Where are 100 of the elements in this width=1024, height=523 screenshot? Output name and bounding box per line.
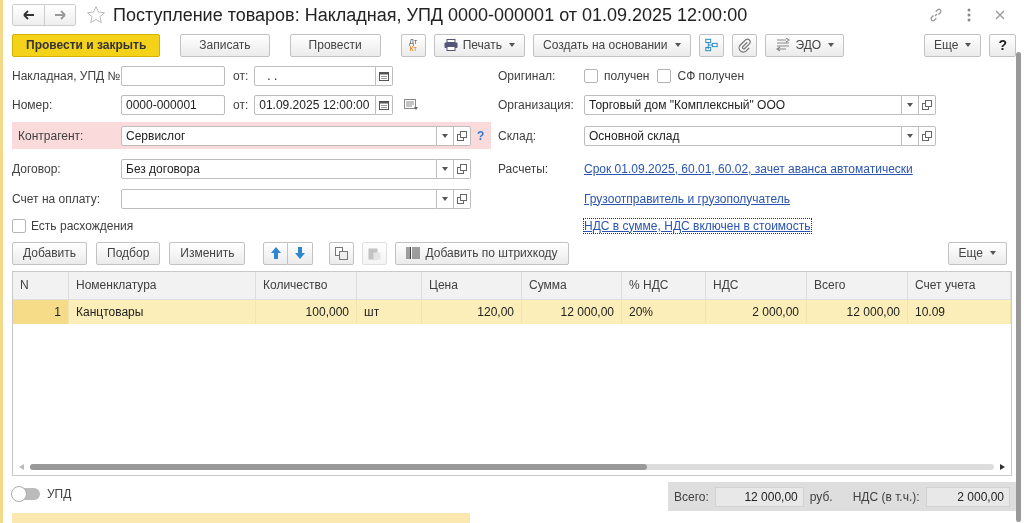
more-icon[interactable] <box>966 7 972 24</box>
dropdown-button[interactable] <box>902 125 919 146</box>
dropdown-button[interactable] <box>437 188 454 209</box>
contract-field[interactable]: Без договора <box>121 158 437 179</box>
toolbar-button[interactable]: Провести <box>289 33 381 57</box>
open-button[interactable] <box>919 125 936 146</box>
table-cell: 12 000,00 <box>807 299 908 324</box>
counterparty-field[interactable]: Сервислог <box>121 125 437 146</box>
organization-field[interactable]: Торговый дом "Комплексный" ООО <box>584 94 902 115</box>
open-button[interactable] <box>454 125 471 146</box>
arrow-up-icon <box>270 247 281 260</box>
open-button[interactable] <box>919 94 936 115</box>
field-label: Счет на оплату: <box>12 191 102 206</box>
checkbox[interactable] <box>584 68 598 83</box>
edo-button[interactable]: ЭДО <box>764 33 845 57</box>
calendar-button[interactable] <box>376 94 394 115</box>
field-label: Контрагент: <box>17 128 85 143</box>
dropdown-button[interactable] <box>437 158 454 179</box>
toolbar-button[interactable]: Записать <box>180 33 270 57</box>
settlements-link[interactable]: Срок 01.09.2025, 60.01, 60.02, зачет аванса автоматически <box>584 161 913 176</box>
field-label: Номер: <box>12 97 54 112</box>
checkbox-label: получен <box>604 68 650 83</box>
calendar-icon <box>379 70 390 81</box>
caret-icon <box>442 166 448 171</box>
column-header[interactable]: Всего <box>807 271 908 299</box>
structure-button[interactable] <box>698 33 724 57</box>
dropdown-button[interactable] <box>902 94 919 115</box>
toggle-switch[interactable] <box>12 487 40 500</box>
warehouse-field[interactable]: Основной склад <box>584 125 902 146</box>
number-field[interactable]: 0000-000001 <box>121 94 225 115</box>
vat-value: 2 000,00 <box>925 486 1010 507</box>
column-header[interactable]: Количество <box>256 271 357 299</box>
table-cell: 2 000,00 <box>706 299 807 324</box>
back-button[interactable] <box>13 5 44 26</box>
column-header[interactable]: Номенклатура <box>69 271 256 299</box>
table-row[interactable]: 1 Канцтовары 100,000 шт 120,00 12 000,00 20% 2 000,00 12 000,00 10.09 <box>13 299 1011 324</box>
caret-icon <box>907 133 913 138</box>
checkbox-label: СФ получен <box>677 68 745 83</box>
close-icon[interactable] <box>994 9 1006 22</box>
table-button[interactable]: Подбор <box>96 241 161 265</box>
barcode-button[interactable]: Добавить по штрихкоду <box>395 241 569 265</box>
calendar-icon <box>379 99 390 110</box>
move-down-button[interactable] <box>288 241 314 265</box>
caret-icon <box>509 43 515 47</box>
arrow-down-icon <box>295 247 306 260</box>
table-button[interactable]: Добавить <box>12 241 88 265</box>
more-button[interactable]: Еще <box>947 241 1007 265</box>
table-cell: Канцтовары <box>69 299 256 324</box>
column-header[interactable]: Сумма <box>522 271 622 299</box>
link-icon[interactable] <box>928 7 944 24</box>
post-and-close-button[interactable]: Провести и закрыть <box>12 33 161 57</box>
field-label: Оригинал: <box>498 68 557 83</box>
table-cell: 10.09 <box>908 299 1011 324</box>
table-button[interactable]: Изменить <box>169 241 246 265</box>
copy-icon <box>335 246 349 260</box>
field-label: от: <box>233 97 249 112</box>
open-window-icon <box>457 193 467 204</box>
document-exchange-icon <box>774 38 791 52</box>
caret-icon <box>990 251 996 256</box>
shipper-link[interactable]: Грузоотправитель и грузополучатель <box>584 191 790 206</box>
caret-icon <box>828 43 835 47</box>
date-field[interactable]: . . <box>254 65 377 86</box>
total-label: Всего: <box>674 489 709 504</box>
attach-button[interactable] <box>731 33 757 57</box>
total-value: 12 000,00 <box>714 486 804 507</box>
open-button[interactable] <box>454 158 471 179</box>
checkbox-label: Есть расхождения <box>31 218 134 233</box>
column-header[interactable]: НДС <box>706 271 807 299</box>
open-window-icon <box>922 99 932 110</box>
checkbox[interactable] <box>12 218 26 233</box>
printer-icon <box>443 39 458 51</box>
calendar-button[interactable] <box>376 65 394 86</box>
column-header[interactable]: Цена <box>422 271 522 299</box>
table-cell: 120,00 <box>422 299 522 324</box>
copy-button[interactable] <box>329 241 355 265</box>
print-button[interactable]: Печать <box>433 33 525 57</box>
arrow-left-icon <box>22 10 35 21</box>
column-header[interactable]: N <box>13 271 69 299</box>
more-button[interactable]: Еще <box>924 33 982 57</box>
caret-icon <box>674 43 681 47</box>
vat-link[interactable]: НДС в сумме, НДС включен в стоимость <box>584 218 811 233</box>
arrow-right-icon <box>54 10 66 21</box>
scroll-right-icon[interactable] <box>1000 464 1005 471</box>
checkbox[interactable] <box>657 68 672 83</box>
document-icon[interactable] <box>404 98 419 111</box>
create-based-on-button[interactable]: Создать на основании <box>533 33 691 57</box>
help-button[interactable]: ? <box>989 33 1016 57</box>
column-header[interactable]: Счет учета <box>908 271 1011 299</box>
column-header[interactable]: % НДС <box>622 271 706 299</box>
field-label: Расчеты: <box>498 161 550 176</box>
caret-icon <box>907 102 913 107</box>
payment-invoice-field[interactable] <box>121 188 437 209</box>
move-up-button[interactable] <box>263 241 289 265</box>
currency-label: руб. <box>809 489 833 504</box>
caret-icon <box>442 133 448 138</box>
date-field[interactable]: 01.09.2025 12:00:00 <box>254 94 377 115</box>
invoice-number-field[interactable] <box>121 65 225 86</box>
open-button[interactable] <box>454 188 471 209</box>
star-icon[interactable] <box>86 5 106 26</box>
dropdown-button[interactable] <box>437 125 454 146</box>
